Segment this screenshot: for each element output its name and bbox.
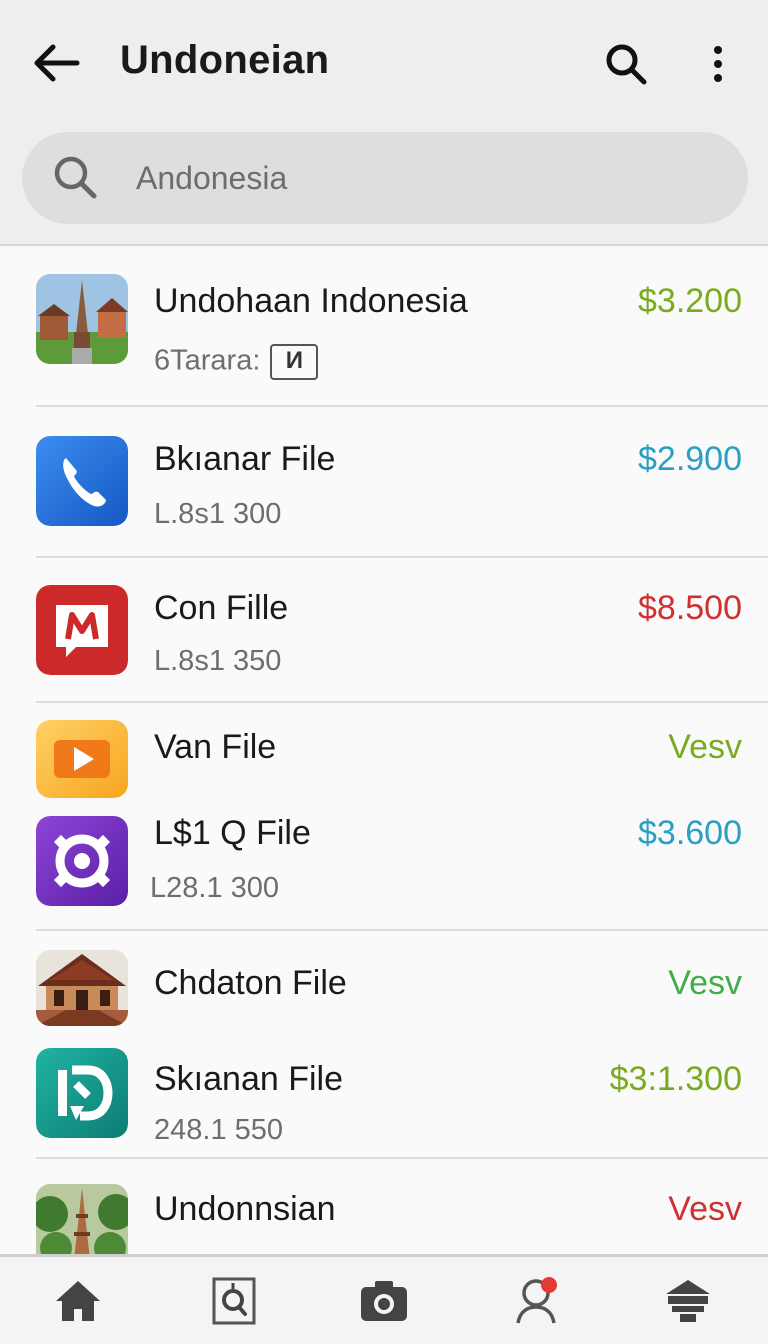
item-price: Vesv: [668, 728, 742, 766]
item-price: Vesv: [668, 1190, 742, 1228]
item-title: L$1 Q File: [154, 814, 311, 852]
status-badge: И: [270, 344, 319, 380]
bottom-navigation: [0, 1254, 768, 1344]
divider: [36, 701, 768, 703]
item-subtitle: 6Tarara: И: [154, 344, 319, 380]
search-icon: [606, 44, 647, 85]
search-doc-icon: [212, 1277, 256, 1325]
search-button[interactable]: [598, 36, 654, 92]
temple-photo-icon: [36, 274, 128, 364]
item-price: Vesv: [668, 964, 742, 1002]
nav-store-button[interactable]: [660, 1273, 716, 1329]
list-item[interactable]: Skıanan File 248.1 550 $3:1.300: [0, 1028, 768, 1156]
nav-home-button[interactable]: [50, 1273, 106, 1329]
refresh-icon: [36, 1048, 128, 1138]
item-title: Van File: [154, 728, 277, 766]
list-item[interactable]: L$1 Q File L28.1 300 $3.600: [0, 800, 768, 928]
item-price: $8.500: [638, 589, 742, 627]
profile-icon: [516, 1277, 557, 1324]
gear-icon: [36, 816, 128, 906]
item-price: $3.200: [638, 282, 742, 320]
item-subtitle: 248.1 550: [154, 1114, 284, 1146]
more-options-button[interactable]: [696, 36, 740, 92]
item-price: $3.600: [638, 814, 742, 852]
item-title: Undonnsian: [154, 1190, 336, 1228]
house-photo-icon: [36, 950, 128, 1026]
message-icon: [36, 585, 128, 675]
divider: [36, 556, 768, 558]
file-list: Undohaan Indonesia 6Tarara: И $3.200 Bkıa…: [0, 248, 768, 1254]
item-subtitle-text: 6Tarara:: [154, 344, 261, 377]
play-icon: [36, 720, 128, 798]
search-area: [0, 128, 768, 246]
store-icon: [666, 1280, 710, 1322]
notification-dot: [541, 1277, 557, 1293]
list-item[interactable]: Con Fille L.8s1 350 $8.500: [0, 559, 768, 701]
item-price: $2.900: [638, 440, 742, 478]
search-icon: [54, 156, 97, 199]
item-title: Chdaton File: [154, 964, 347, 1002]
item-title: Con Fille: [154, 589, 289, 627]
nav-profile-button[interactable]: [510, 1273, 566, 1329]
camera-icon: [361, 1281, 407, 1321]
pagoda-photo-icon: [36, 1184, 128, 1254]
phone-icon: [36, 436, 128, 526]
item-subtitle: L.8s1 300: [154, 498, 282, 530]
divider: [36, 405, 768, 407]
item-subtitle: L28.1 300: [150, 872, 280, 904]
item-title: Undohaan Indonesia: [154, 282, 468, 320]
item-subtitle: L.8s1 350: [154, 645, 282, 677]
divider: [36, 929, 768, 931]
nav-search-button[interactable]: [206, 1273, 262, 1329]
list-item[interactable]: Van File Vesv: [0, 704, 768, 800]
list-item[interactable]: Bkıanar File L.8s1 300 $2.900: [0, 408, 768, 556]
item-price: $3:1.300: [609, 1060, 742, 1098]
item-title: Skıanan File: [154, 1060, 343, 1098]
nav-camera-button[interactable]: [356, 1273, 412, 1329]
list-item[interactable]: Undonnsian Vesv: [0, 1160, 768, 1254]
search-input[interactable]: [136, 150, 696, 206]
divider: [36, 1157, 768, 1159]
app-bar: Undoneian: [0, 0, 768, 128]
list-item[interactable]: Undohaan Indonesia 6Tarara: И $3.200: [0, 248, 768, 406]
back-button[interactable]: [28, 38, 84, 88]
item-title: Bkıanar File: [154, 440, 336, 478]
more-vertical-icon: [714, 46, 722, 82]
search-bar[interactable]: [22, 132, 748, 224]
home-icon: [56, 1281, 100, 1321]
list-item[interactable]: Chdaton File Vesv: [0, 932, 768, 1028]
arrow-left-icon: [34, 44, 80, 82]
page-title: Undoneian: [120, 38, 330, 82]
